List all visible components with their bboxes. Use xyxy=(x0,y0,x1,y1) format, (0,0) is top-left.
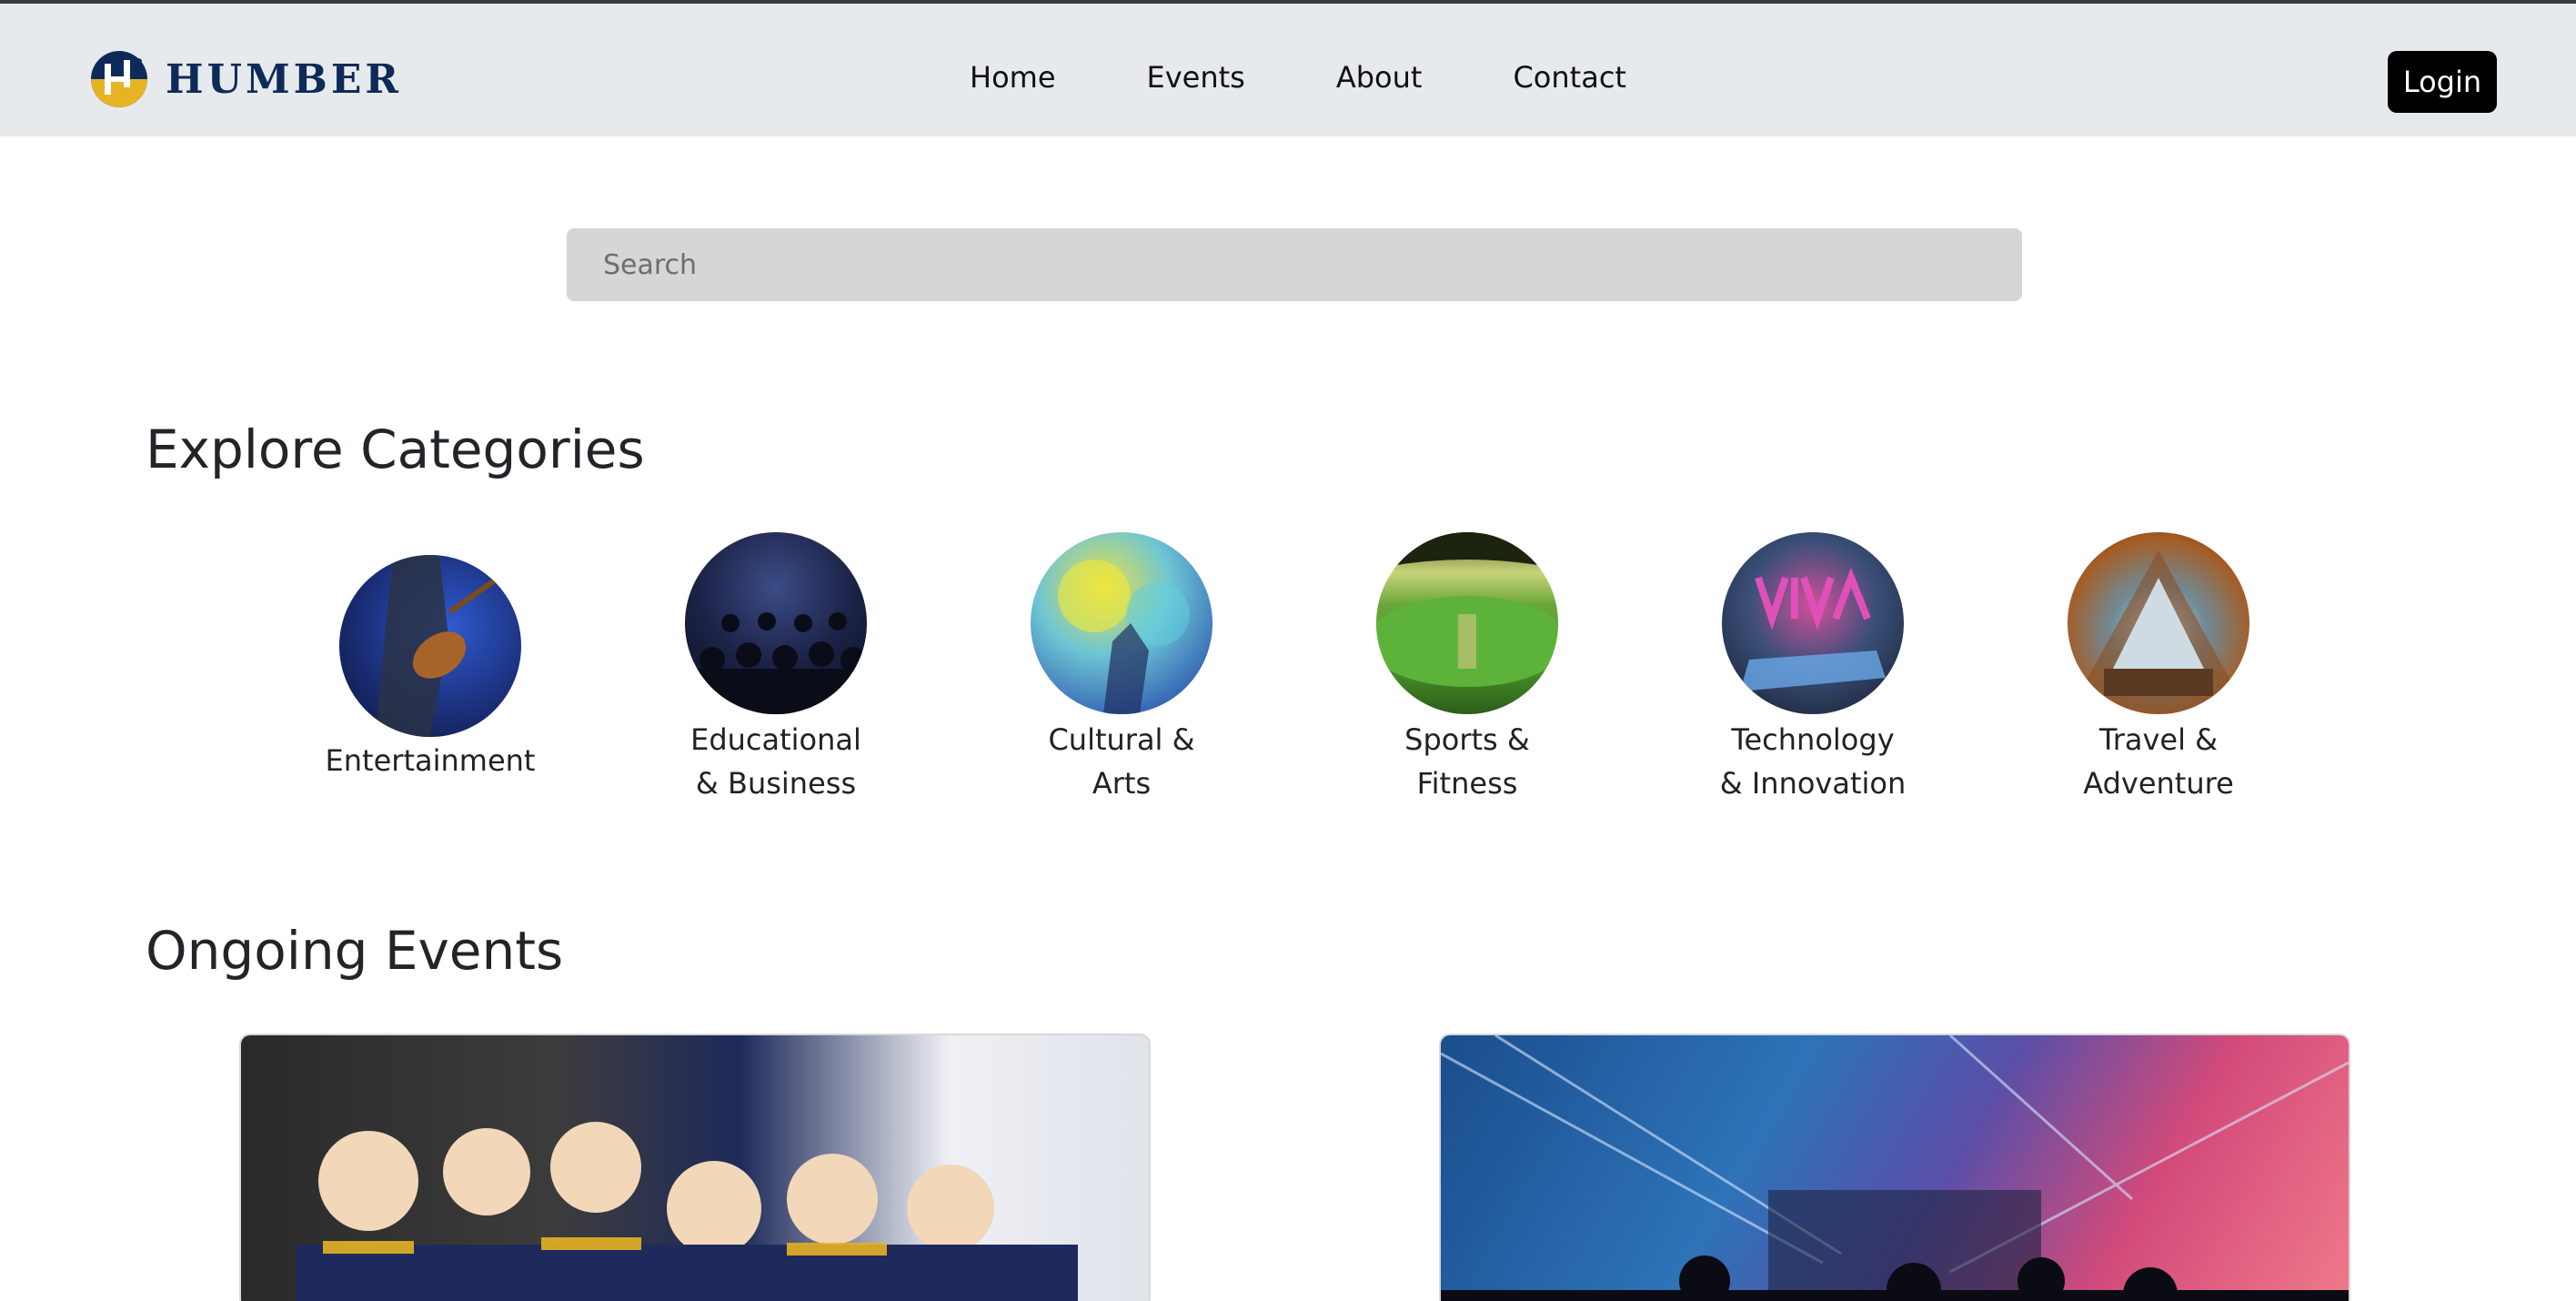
stadium-photo-icon xyxy=(1376,532,1558,714)
audience-photo-icon xyxy=(685,532,867,714)
explore-categories-heading: Explore Categories xyxy=(146,419,645,480)
category-label: Entertainment xyxy=(325,743,536,778)
tech-expo-photo-icon xyxy=(1722,532,1904,714)
color-festival-photo-icon xyxy=(1031,532,1213,714)
graduation-photo-icon xyxy=(296,1122,1078,1301)
category-sports-fitness[interactable]: Sports & Fitness xyxy=(1349,532,1585,805)
category-label: Travel & Adventure xyxy=(2083,722,2234,801)
brand[interactable]: HUMBER xyxy=(89,49,402,109)
nav-events[interactable]: Events xyxy=(1147,56,1245,98)
humber-logo-icon xyxy=(91,51,147,107)
main-nav: Home Events About Contact xyxy=(970,56,1626,98)
nav-home[interactable]: Home xyxy=(970,56,1056,98)
category-label: Technology & Innovation xyxy=(1719,722,1907,801)
category-entertainment[interactable]: Entertainment xyxy=(312,555,548,782)
navbar: HUMBER Home Events About Contact Login xyxy=(0,4,2576,136)
nav-about[interactable]: About xyxy=(1336,56,1423,98)
category-travel-adventure[interactable]: Travel & Adventure xyxy=(2040,532,2277,805)
category-educational-business[interactable]: Educational & Business xyxy=(658,532,894,805)
guitarist-photo-icon xyxy=(339,555,521,737)
tent-photo-icon xyxy=(2068,532,2249,714)
category-label: Sports & Fitness xyxy=(1404,722,1530,801)
category-technology-innovation[interactable]: Technology & Innovation xyxy=(1695,532,1931,805)
login-button[interactable]: Login xyxy=(2388,51,2497,113)
category-cultural-arts[interactable]: Cultural & Arts xyxy=(1003,532,1240,805)
search-bar xyxy=(567,228,2022,301)
brand-name: HUMBER xyxy=(166,55,402,103)
event-card-concert[interactable] xyxy=(1441,1035,2349,1301)
nav-contact[interactable]: Contact xyxy=(1513,56,1626,98)
category-label: Cultural & Arts xyxy=(1048,722,1195,801)
event-card-graduation[interactable] xyxy=(241,1035,1149,1301)
concert-photo-icon xyxy=(1441,1035,2349,1301)
ongoing-events-heading: Ongoing Events xyxy=(146,920,564,982)
search-input[interactable] xyxy=(567,228,2022,301)
category-label: Educational & Business xyxy=(690,722,861,801)
